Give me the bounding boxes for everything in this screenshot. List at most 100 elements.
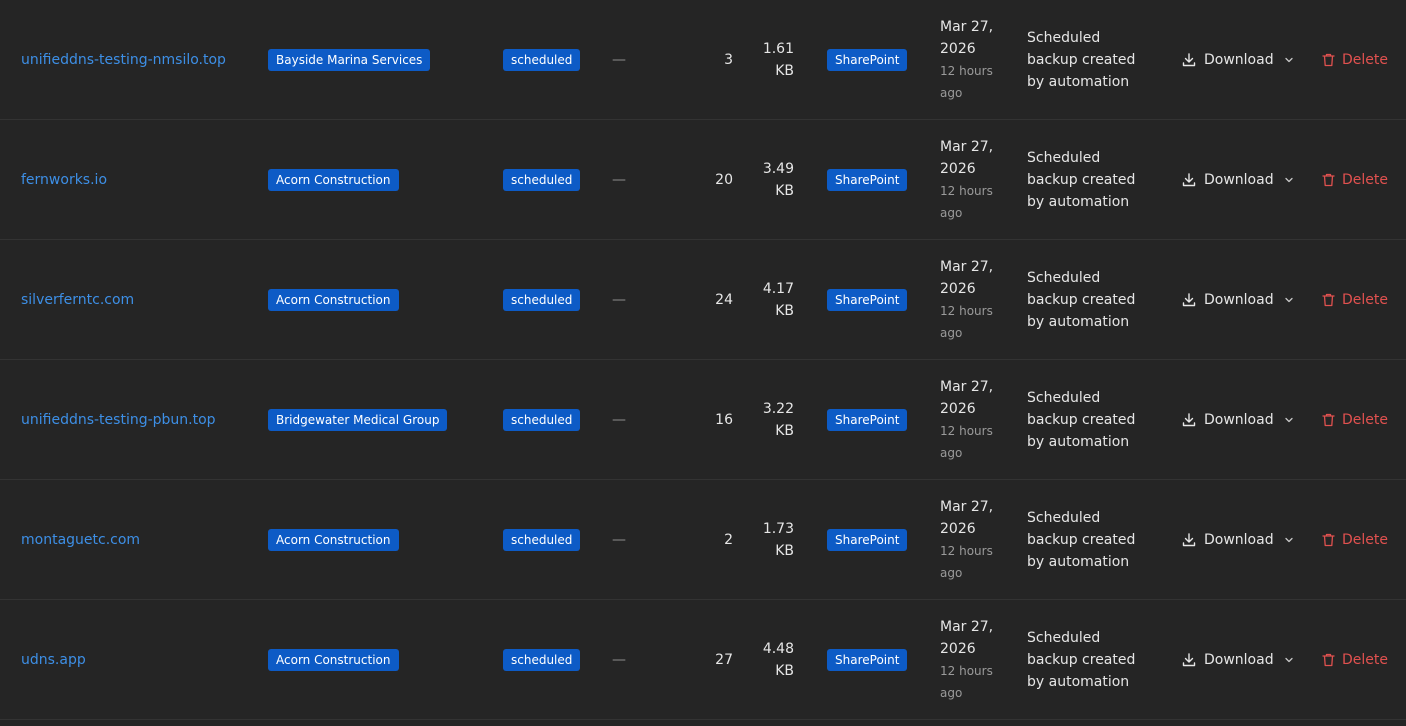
- size-unit: KB: [775, 63, 794, 79]
- relative-time-suffix: ago: [940, 86, 963, 100]
- domain-link[interactable]: montaguetc.com: [21, 532, 140, 548]
- note-line: backup created: [1027, 292, 1136, 308]
- table-row: montaguetc.com Acorn Construction schedu…: [0, 480, 1406, 600]
- created-date: Mar 27, 2026 12 hours ago: [940, 16, 993, 104]
- relative-time-suffix: ago: [940, 446, 963, 460]
- empty-value: —: [612, 412, 626, 428]
- item-count: 24: [715, 292, 733, 308]
- note-line: by automation: [1027, 554, 1130, 570]
- status-badge: scheduled: [503, 169, 581, 191]
- delete-button[interactable]: Delete: [1322, 652, 1388, 668]
- table-row: unifieddns-testing-nmsilo.top Bayside Ma…: [0, 0, 1406, 120]
- empty-value: —: [612, 172, 626, 188]
- backup-size: 4.17 KB: [763, 278, 794, 322]
- size-value: 4.48: [762, 641, 794, 657]
- item-count: 2: [724, 532, 733, 548]
- chevron-down-icon[interactable]: [1284, 655, 1294, 665]
- backup-note: Scheduled backup created by automation: [1027, 507, 1135, 573]
- relative-time: 12 hours: [940, 544, 993, 558]
- tenant-badge: Bridgewater Medical Group: [268, 409, 448, 431]
- relative-time-suffix: ago: [940, 566, 963, 580]
- size-unit: KB: [775, 663, 794, 679]
- source-badge: SharePoint: [827, 409, 908, 431]
- download-icon: [1182, 653, 1196, 667]
- size-unit: KB: [775, 423, 794, 439]
- download-icon: [1182, 173, 1196, 187]
- download-button[interactable]: Download: [1182, 52, 1294, 68]
- status-badge: scheduled: [503, 289, 581, 311]
- source-badge: SharePoint: [827, 169, 908, 191]
- date-line: Mar 27,: [940, 379, 994, 395]
- domain-link[interactable]: fernworks.io: [21, 172, 107, 188]
- chevron-down-icon[interactable]: [1284, 295, 1294, 305]
- domain-link[interactable]: silverferntc.com: [21, 292, 134, 308]
- empty-value: —: [612, 292, 626, 308]
- download-icon: [1182, 293, 1196, 307]
- size-unit: KB: [775, 543, 794, 559]
- date-line: Mar 27,: [940, 19, 994, 35]
- download-button[interactable]: Download: [1182, 532, 1294, 548]
- empty-value: —: [612, 532, 626, 548]
- created-date: Mar 27, 2026 12 hours ago: [940, 496, 993, 584]
- date-year: 2026: [940, 521, 976, 537]
- chevron-down-icon[interactable]: [1284, 55, 1294, 65]
- backup-note: Scheduled backup created by automation: [1027, 267, 1135, 333]
- note-line: Scheduled: [1027, 630, 1101, 646]
- trash-icon: [1322, 653, 1335, 667]
- download-button[interactable]: Download: [1182, 652, 1294, 668]
- delete-button[interactable]: Delete: [1322, 532, 1388, 548]
- delete-label: Delete: [1342, 532, 1388, 548]
- download-button[interactable]: Download: [1182, 172, 1294, 188]
- domain-link[interactable]: udns.app: [21, 652, 86, 668]
- trash-icon: [1322, 53, 1335, 67]
- backup-size: 1.73 KB: [763, 518, 794, 562]
- relative-time: 12 hours: [940, 304, 993, 318]
- download-label: Download: [1204, 412, 1274, 428]
- date-year: 2026: [940, 41, 976, 57]
- delete-label: Delete: [1342, 412, 1388, 428]
- size-value: 3.22: [762, 401, 794, 417]
- status-badge: scheduled: [503, 529, 581, 551]
- domain-link[interactable]: unifieddns-testing-pbun.top: [21, 412, 216, 428]
- created-date: Mar 27, 2026 12 hours ago: [940, 616, 993, 704]
- download-icon: [1182, 413, 1196, 427]
- note-line: by automation: [1027, 314, 1130, 330]
- item-count: 20: [715, 172, 733, 188]
- download-button[interactable]: Download: [1182, 412, 1294, 428]
- note-line: backup created: [1027, 532, 1136, 548]
- item-count: 16: [715, 412, 733, 428]
- empty-value: —: [612, 52, 626, 68]
- note-line: backup created: [1027, 172, 1136, 188]
- status-badge: scheduled: [503, 649, 581, 671]
- download-label: Download: [1204, 532, 1274, 548]
- note-line: backup created: [1027, 412, 1136, 428]
- delete-label: Delete: [1342, 652, 1388, 668]
- backups-table: unifieddns-testing-nmsilo.top Bayside Ma…: [0, 0, 1406, 720]
- delete-button[interactable]: Delete: [1322, 292, 1388, 308]
- domain-link[interactable]: unifieddns-testing-nmsilo.top: [21, 52, 226, 68]
- date-line: Mar 27,: [940, 259, 994, 275]
- delete-button[interactable]: Delete: [1322, 52, 1388, 68]
- backup-note: Scheduled backup created by automation: [1027, 387, 1135, 453]
- source-badge: SharePoint: [827, 649, 908, 671]
- chevron-down-icon[interactable]: [1284, 415, 1294, 425]
- item-count: 3: [724, 52, 733, 68]
- relative-time: 12 hours: [940, 64, 993, 78]
- trash-icon: [1322, 413, 1335, 427]
- note-line: by automation: [1027, 674, 1130, 690]
- table-row: udns.app Acorn Construction scheduled — …: [0, 600, 1406, 720]
- chevron-down-icon[interactable]: [1284, 175, 1294, 185]
- download-button[interactable]: Download: [1182, 292, 1294, 308]
- date-year: 2026: [940, 281, 976, 297]
- size-unit: KB: [775, 303, 794, 319]
- delete-label: Delete: [1342, 292, 1388, 308]
- backup-note: Scheduled backup created by automation: [1027, 627, 1135, 693]
- delete-label: Delete: [1342, 172, 1388, 188]
- note-line: Scheduled: [1027, 510, 1101, 526]
- status-badge: scheduled: [503, 49, 581, 71]
- delete-button[interactable]: Delete: [1322, 412, 1388, 428]
- delete-button[interactable]: Delete: [1322, 172, 1388, 188]
- tenant-badge: Acorn Construction: [268, 649, 399, 671]
- date-line: Mar 27,: [940, 499, 994, 515]
- chevron-down-icon[interactable]: [1284, 535, 1294, 545]
